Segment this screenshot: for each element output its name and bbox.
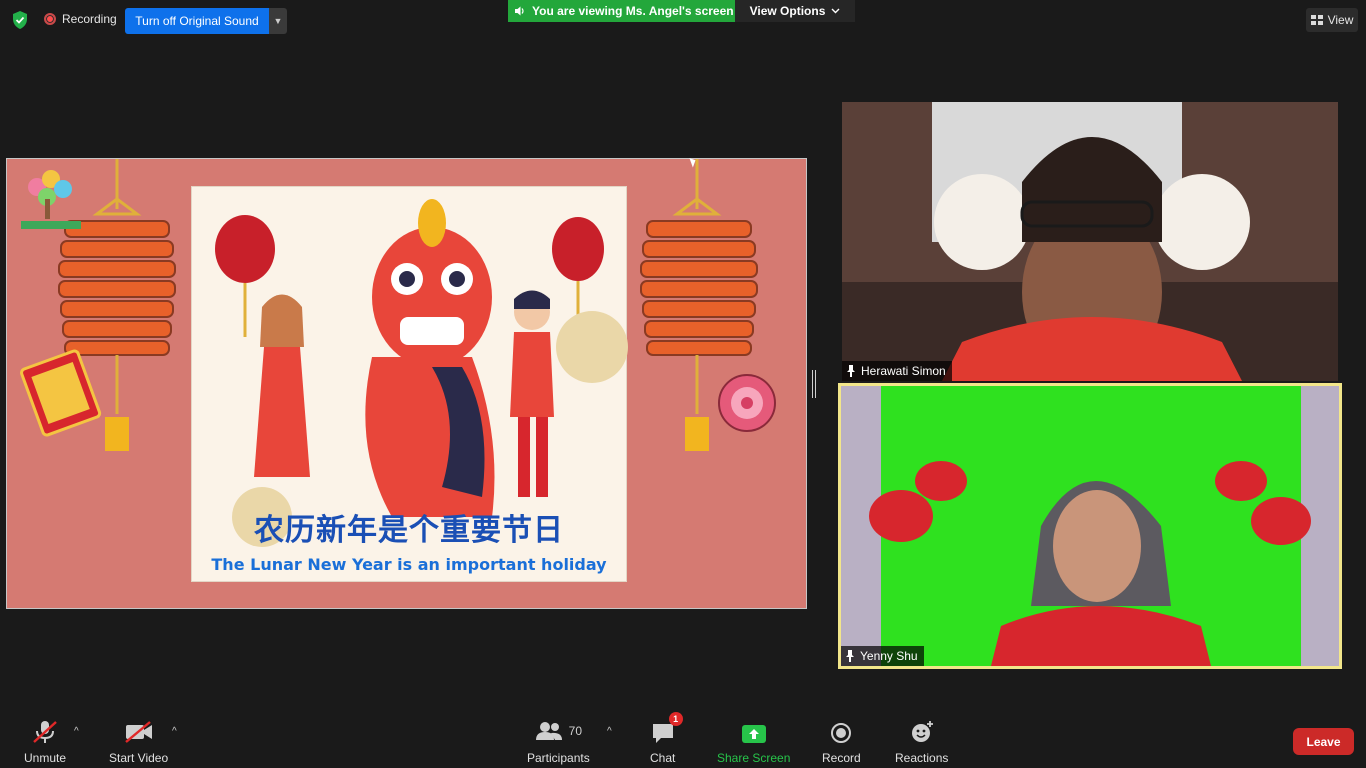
share-screen-label: Share Screen [717,751,791,765]
audio-options-chevron-up-icon[interactable]: ^ [74,726,79,737]
split-resize-handle[interactable] [812,370,816,398]
top-bar: Recording Turn off Original Sound ▼ You … [0,0,1366,40]
participant-name: Herawati Simon [861,364,946,378]
start-video-button[interactable]: Start Video [109,718,168,765]
pin-icon [846,650,854,662]
share-screen-icon [741,718,767,744]
view-label: View [1327,13,1354,27]
slide-chinese-caption: 农历新年是个重要节日 [254,513,564,548]
participant-name: Yenny Shu [860,649,918,663]
meeting-toolbar: Unmute ^ Start Video ^ 70 Participants ^… [0,708,1366,768]
zoom-meeting-window: Recording Turn off Original Sound ▼ You … [0,0,1366,768]
participants-icon: 70 [535,718,582,744]
pin-icon [847,365,855,377]
video-options-chevron-up-icon[interactable]: ^ [172,726,177,737]
video-tile-herawati-simon[interactable]: Herawati Simon [842,102,1338,381]
participant-name-tag: Herawati Simon [842,361,952,381]
grid-view-icon [1310,15,1323,25]
start-video-label: Start Video [109,751,169,765]
unmute-label: Unmute [24,751,67,765]
chat-unread-badge: 1 [668,712,683,726]
sound-options-chevron-down-icon[interactable]: ▼ [269,8,287,34]
red-envelope-image [20,349,102,437]
muted-microphone-icon [32,718,58,744]
view-options-button[interactable]: View Options [735,0,855,22]
record-label: Record [822,751,861,765]
recording-indicator[interactable]: Recording [44,12,117,26]
video-off-camera-icon [124,718,154,744]
participants-button[interactable]: 70 Participants [527,718,590,765]
video-tile-yenny-shu[interactable]: Yenny Shu [838,383,1342,669]
plum-flower-image [718,374,776,432]
viewing-screen-banner: You are viewing Ms. Angel's screen [508,0,735,22]
recording-dot-icon [44,13,56,25]
viewing-label: You are viewing Ms. Angel's screen [532,4,734,18]
chevron-down-icon [831,8,840,14]
record-icon [830,718,852,744]
turn-off-original-sound-button[interactable]: Turn off Original Sound [125,8,269,34]
reactions-label: Reactions [895,751,949,765]
speaker-icon [515,6,524,16]
slide-english-caption: The Lunar New Year is an important holid… [211,555,607,574]
security-shield-icon[interactable] [10,10,30,30]
slide-illustration-card: 农历新年是个重要节日 The Lunar New Year is an impo… [191,186,628,582]
participant-video-image [842,102,1338,381]
reactions-button[interactable]: Reactions [895,718,948,765]
shared-screen[interactable]: 农历新年是个重要节日 The Lunar New Year is an impo… [6,158,807,609]
share-screen-button[interactable]: Share Screen [717,718,790,765]
participants-options-chevron-up-icon[interactable]: ^ [607,726,612,737]
chat-button[interactable]: 1 Chat [650,712,683,765]
view-layout-button[interactable]: View [1306,8,1358,32]
participants-count: 70 [568,724,583,738]
participants-label: Participants [527,751,590,765]
recording-label: Recording [62,12,117,26]
unmute-button[interactable]: Unmute [24,718,66,765]
chat-label: Chat [650,751,676,765]
leave-meeting-button[interactable]: Leave [1293,728,1354,755]
smiley-reaction-icon [910,718,934,744]
view-options-label: View Options [749,4,826,18]
chat-bubble-icon: 1 [651,712,683,744]
record-button[interactable]: Record [822,718,861,765]
participant-name-tag: Yenny Shu [841,646,924,666]
participant-video-image [841,386,1339,666]
